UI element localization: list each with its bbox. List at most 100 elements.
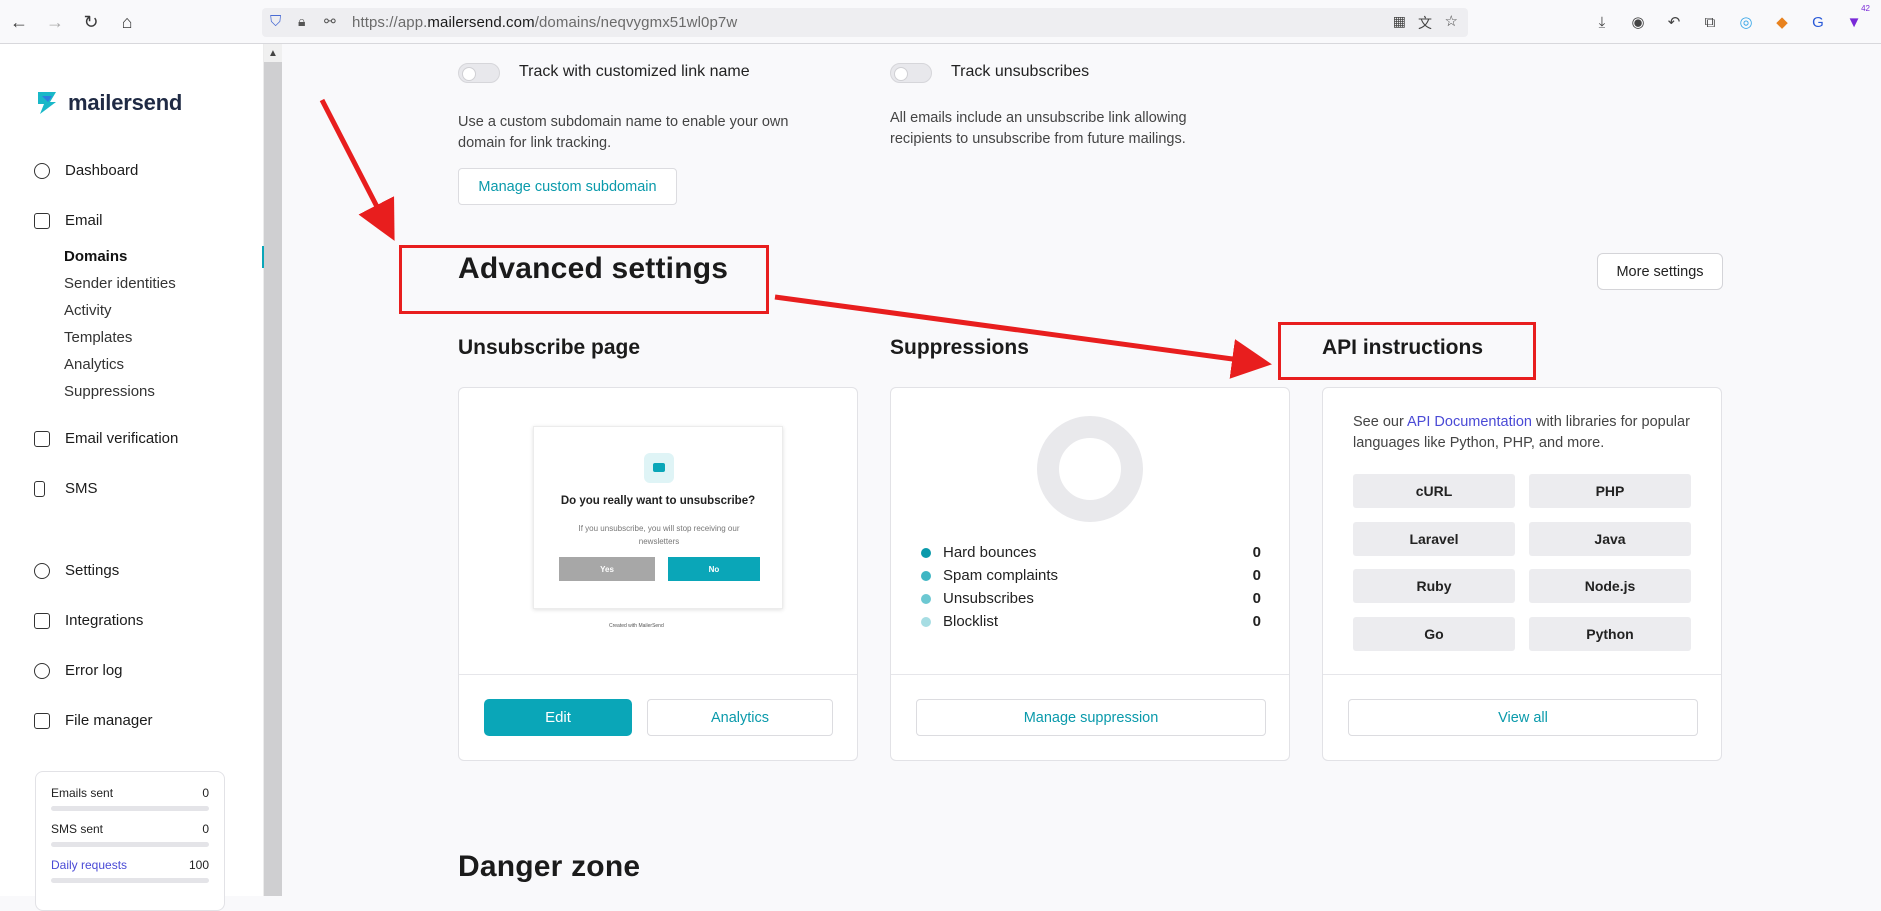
extensions-icon[interactable]: ⧉ — [1700, 12, 1720, 32]
suppression-label: Hard bounces — [943, 544, 1037, 561]
address-bar[interactable]: ⛉ 🔒︎ ⚯ https://app.mailersend.com/domain… — [262, 8, 1468, 37]
translate-extension-icon[interactable]: G — [1808, 12, 1828, 32]
api-documentation-link[interactable]: API Documentation — [1407, 414, 1532, 430]
sidebar-item-error-log[interactable]: Error log — [34, 662, 123, 679]
manage-suppression-button[interactable]: Manage suppression — [916, 699, 1266, 736]
downloads-icon[interactable]: ⤓ — [1592, 12, 1612, 32]
suppression-label: Blocklist — [943, 613, 999, 630]
lang-button-php[interactable]: PHP — [1529, 474, 1691, 508]
usage-label: SMS sent — [51, 822, 104, 836]
edit-button[interactable]: Edit — [484, 699, 632, 736]
usage-panel: Emails sent 0 SMS sent 0 Daily requests … — [35, 771, 225, 911]
annotation-highlight-box — [399, 245, 769, 314]
lang-button-nodejs[interactable]: Node.js — [1529, 569, 1691, 603]
card-divider — [1323, 674, 1721, 675]
sidebar-item-label: Email — [65, 212, 103, 229]
sidebar-subitem-domains[interactable]: Domains — [64, 248, 127, 265]
usage-sms-sent: SMS sent 0 — [51, 822, 209, 858]
view-all-button[interactable]: View all — [1348, 699, 1698, 736]
manage-custom-subdomain-button[interactable]: Manage custom subdomain — [458, 168, 677, 205]
unsubscribes-description: All emails include an unsubscribe link a… — [890, 110, 1187, 147]
annotation-highlight-box — [1278, 322, 1536, 380]
sidebar-item-settings[interactable]: Settings — [34, 562, 119, 579]
qr-code-icon[interactable]: ▦ — [1393, 13, 1406, 30]
translate-icon[interactable]: 文 — [1418, 13, 1432, 33]
gear-icon — [34, 562, 50, 579]
sidebar-item-label: Dashboard — [65, 162, 139, 179]
sidebar-subitem-sender-identities[interactable]: Sender identities — [64, 275, 176, 292]
account-icon[interactable]: ◉ — [1628, 12, 1648, 32]
integrations-icon — [34, 612, 50, 629]
preview-title: Do you really want to unsubscribe? — [560, 495, 756, 507]
brand-logo[interactable]: mailersend — [34, 90, 182, 116]
lang-button-python[interactable]: Python — [1529, 617, 1691, 651]
suppressions-heading: Suppressions — [890, 336, 1029, 359]
envelope-check-icon — [34, 430, 50, 447]
usage-emails-sent: Emails sent 0 — [51, 786, 209, 822]
suppressions-card: Hard bounces 0 Spam complaints 0 Unsubsc… — [890, 387, 1290, 761]
sidebar-scrollbar[interactable] — [264, 44, 282, 896]
sidebar-item-dashboard[interactable]: Dashboard — [34, 162, 138, 179]
back-icon[interactable]: ← — [8, 11, 30, 33]
sidebar-item-integrations[interactable]: Integrations — [34, 612, 143, 629]
lang-button-go[interactable]: Go — [1353, 617, 1515, 651]
circle-extension-icon[interactable]: ◎ — [1736, 12, 1756, 32]
envelope-icon — [34, 212, 50, 229]
suppression-count: 0 — [1252, 590, 1261, 607]
alert-circle-icon — [34, 662, 50, 679]
lang-button-java[interactable]: Java — [1529, 522, 1691, 556]
more-settings-button[interactable]: More settings — [1597, 253, 1723, 290]
analytics-button[interactable]: Analytics — [647, 699, 833, 736]
usage-value: 100 — [188, 858, 209, 872]
daily-requests-link[interactable]: Daily requests — [51, 858, 127, 872]
usage-daily-requests: Daily requests 100 — [51, 858, 209, 894]
main-content: Track with customized link name Use a cu… — [282, 44, 1881, 896]
sidebar-item-label: Integrations — [65, 612, 144, 629]
brand-name: mailersend — [68, 90, 183, 115]
sidebar-item-email[interactable]: Email — [34, 212, 103, 229]
lang-button-laravel[interactable]: Laravel — [1353, 522, 1515, 556]
reload-icon[interactable]: ↻ — [80, 11, 102, 33]
preview-text: If you unsubscribe, you will stop receiv… — [578, 524, 740, 546]
home-icon[interactable]: ⌂ — [116, 11, 138, 33]
lang-button-curl[interactable]: cURL — [1353, 474, 1515, 508]
fox-extension-icon[interactable]: ◆ — [1772, 12, 1792, 32]
mailbox-icon — [644, 453, 674, 483]
sidebar-item-sms[interactable]: SMS — [34, 480, 98, 497]
phone-icon — [34, 480, 45, 497]
preview-yes-button: Yes — [559, 557, 655, 581]
shield-icon[interactable]: ⛉ — [270, 13, 281, 30]
badge-extension-icon[interactable]: ▼ 42 — [1844, 4, 1870, 32]
sidebar-item-label: Email verification — [65, 430, 179, 447]
lock-icon[interactable]: 🔒︎ — [298, 13, 305, 30]
forward-icon[interactable]: → — [44, 11, 66, 33]
usage-value: 0 — [202, 822, 209, 836]
custom-link-toggle[interactable] — [458, 63, 500, 83]
sidebar-item-label: Error log — [65, 662, 123, 679]
sidebar-subitem-templates[interactable]: Templates — [64, 329, 132, 346]
dashboard-icon — [34, 162, 50, 179]
undo-icon[interactable]: ↶ — [1664, 12, 1684, 32]
unsubscribes-toggle[interactable] — [890, 63, 932, 83]
api-instructions-card: See our API Documentation with libraries… — [1322, 387, 1722, 761]
sidebar-subitem-suppressions[interactable]: Suppressions — [64, 383, 155, 400]
permissions-icon[interactable]: ⚯ — [324, 13, 336, 30]
unsubscribe-page-heading: Unsubscribe page — [458, 336, 641, 359]
sidebar-subitem-analytics[interactable]: Analytics — [64, 356, 124, 373]
bookmark-star-icon[interactable]: ☆ — [1445, 12, 1458, 30]
api-description: See our API Documentation with libraries… — [1353, 414, 1690, 451]
card-divider — [459, 674, 857, 675]
image-file-icon — [34, 712, 50, 729]
lang-button-ruby[interactable]: Ruby — [1353, 569, 1515, 603]
usage-label: Emails sent — [51, 786, 114, 800]
usage-progress-bar — [51, 842, 209, 847]
custom-link-label: Track with customized link name — [519, 63, 750, 80]
sidebar-subitem-activity[interactable]: Activity — [64, 302, 112, 319]
scroll-up-arrow-icon[interactable]: ▲ — [264, 44, 282, 62]
sidebar-item-file-manager[interactable]: File manager — [34, 712, 153, 729]
danger-zone-heading: Danger zone — [458, 850, 641, 883]
unsubscribes-label: Track unsubscribes — [951, 63, 1090, 80]
sidebar-item-email-verification[interactable]: Email verification — [34, 430, 178, 447]
suppression-label: Spam complaints — [943, 567, 1059, 584]
preview-no-button: No — [668, 557, 760, 581]
